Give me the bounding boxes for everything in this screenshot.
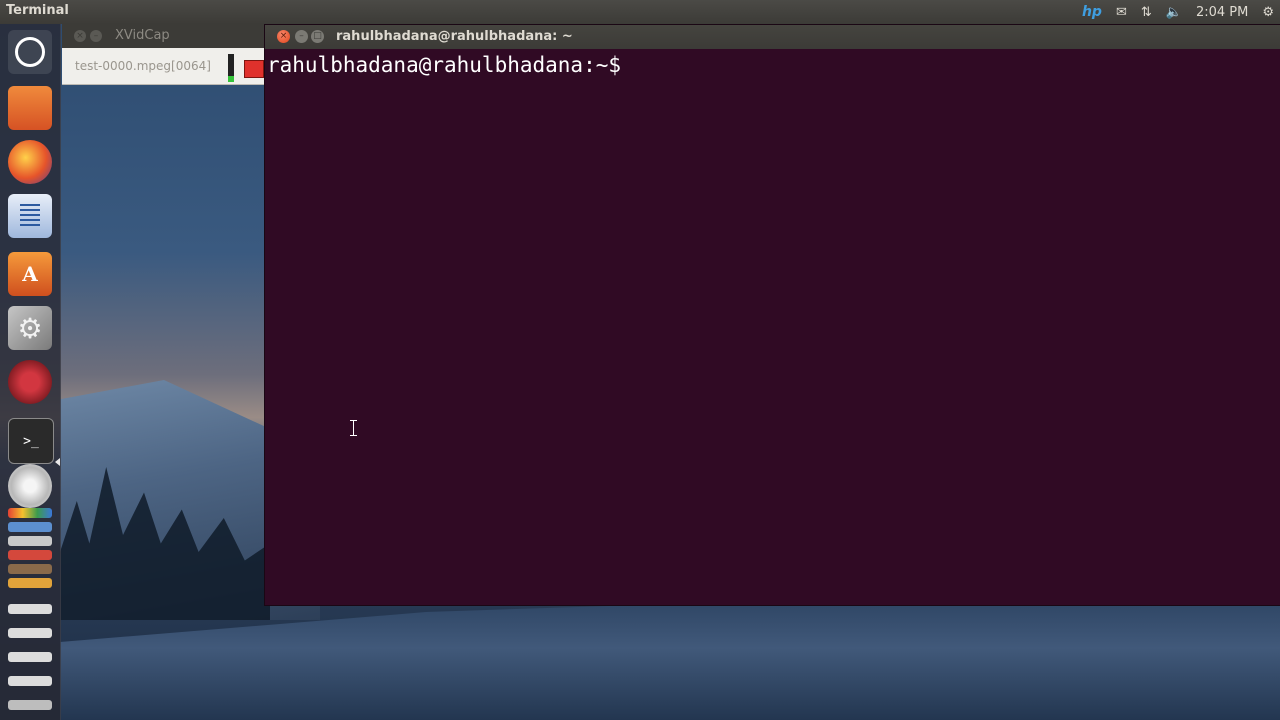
gear-icon: ⚙ — [17, 311, 43, 345]
trash-icon[interactable] — [8, 700, 52, 710]
terminal-prompt-line[interactable]: rahulbhadana@rahulbhadana:~$ — [267, 53, 621, 77]
xvidcap-level-fill — [228, 76, 234, 82]
chrome-icon[interactable] — [8, 508, 52, 518]
terminal-output-area[interactable]: rahulbhadana@rahulbhadana:~$ — [267, 53, 1275, 601]
launcher: A ⚙ >_ — [0, 24, 61, 720]
stacked-app-icon-4[interactable] — [8, 564, 52, 574]
xvidcap-title: XVidCap — [115, 28, 170, 43]
xvidcap-titlebar: × – XVidCap — [62, 24, 264, 48]
active-app-indicator — [55, 458, 60, 466]
stacked-app-icon-1[interactable] — [8, 522, 52, 532]
terminal-titlebar[interactable]: × – □ rahulbhadana@rahulbhadana: ~ — [265, 25, 1280, 49]
xvidcap-file-label: test-0000.mpeg[0064] — [75, 59, 211, 73]
terminal-icon[interactable]: >_ — [8, 418, 54, 464]
stacked-app-icon-7[interactable] — [8, 628, 52, 638]
terminal-window: × – □ rahulbhadana@rahulbhadana: ~ rahul… — [264, 24, 1280, 606]
top-panel: Terminal hp ✉ ⇅ 🔈 2:04 PM ⚙ — [0, 0, 1280, 24]
maximize-icon[interactable]: □ — [311, 30, 324, 43]
dash-home-icon[interactable] — [8, 30, 52, 74]
document-lines-icon — [20, 204, 40, 228]
ubuntu-logo-icon — [15, 37, 45, 67]
settings-gear-icon[interactable]: ⚙ — [1262, 5, 1274, 20]
stacked-app-icon-2[interactable] — [8, 536, 52, 546]
record-stop-button[interactable] — [244, 60, 264, 78]
volume-icon[interactable]: 🔈 — [1166, 5, 1182, 20]
mail-icon[interactable]: ✉ — [1116, 5, 1127, 20]
terminal-window-title: rahulbhadana@rahulbhadana: ~ — [336, 29, 573, 44]
minimize-icon[interactable]: – — [295, 30, 308, 43]
xvidcap-minimize-icon[interactable]: – — [90, 30, 102, 42]
network-icon[interactable]: ⇅ — [1141, 5, 1152, 20]
software-center-glyph: A — [22, 262, 38, 286]
terminal-glyph: >_ — [23, 433, 39, 449]
stacked-app-icon-5[interactable] — [8, 578, 52, 588]
system-settings-icon[interactable]: ⚙ — [8, 306, 52, 350]
stacked-app-icon-8[interactable] — [8, 652, 52, 662]
xvidcap-window: × – XVidCap test-0000.mpeg[0064] — [62, 24, 264, 85]
dvd-icon[interactable] — [8, 464, 52, 508]
stacked-app-icon-3[interactable] — [8, 550, 52, 560]
active-app-title: Terminal — [6, 3, 69, 18]
ibeam-cursor-icon — [349, 420, 358, 436]
stacked-app-icon-9[interactable] — [8, 676, 52, 686]
close-icon[interactable]: × — [277, 30, 290, 43]
hp-icon[interactable]: hp — [1082, 4, 1102, 20]
panel-indicators: hp ✉ ⇅ 🔈 2:04 PM ⚙ — [1082, 0, 1274, 24]
record-app-icon[interactable] — [8, 360, 52, 404]
clock[interactable]: 2:04 PM — [1196, 5, 1248, 20]
terminal-prompt: rahulbhadana@rahulbhadana:~$ — [267, 53, 622, 77]
firefox-icon[interactable] — [8, 140, 52, 184]
xvidcap-close-icon[interactable]: × — [74, 30, 86, 42]
software-center-icon[interactable]: A — [8, 252, 52, 296]
libreoffice-writer-icon[interactable] — [8, 194, 52, 238]
files-icon[interactable] — [8, 86, 52, 130]
stacked-app-icon-6[interactable] — [8, 604, 52, 614]
